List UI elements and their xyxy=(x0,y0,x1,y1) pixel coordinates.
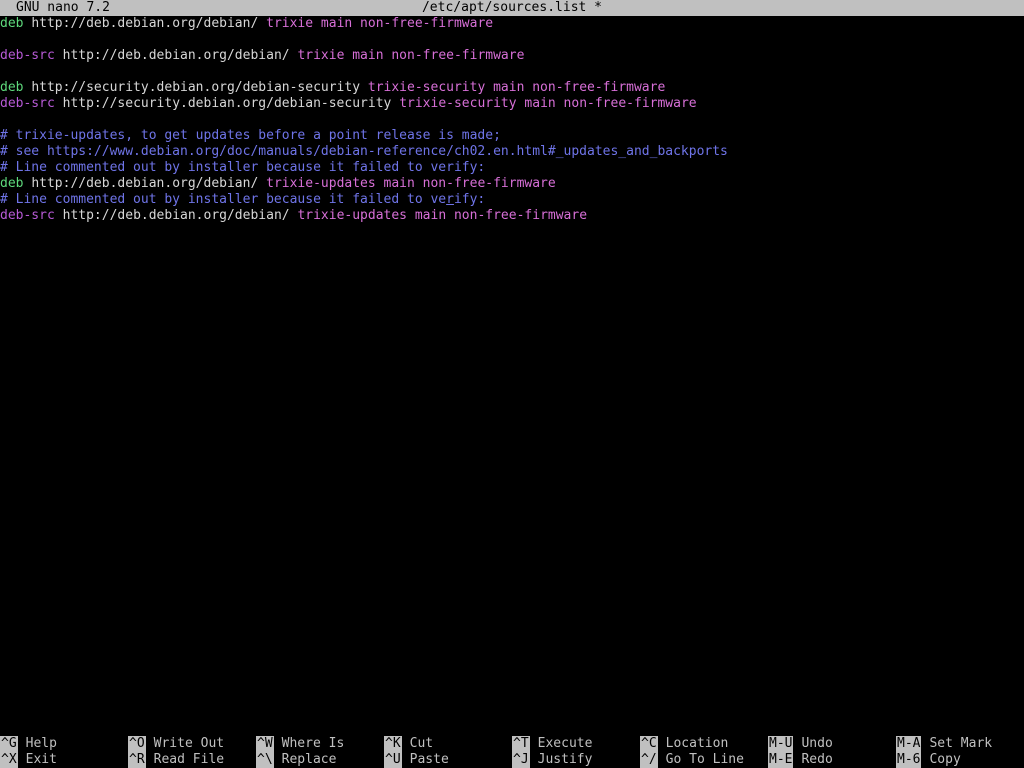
shortcut-redo[interactable]: M-E Redo xyxy=(768,752,833,768)
line-token xyxy=(55,208,63,223)
editor-line[interactable]: deb-src http://deb.debian.org/debian/ tr… xyxy=(0,48,1024,64)
shortcut-read-file[interactable]: ^R Read File xyxy=(128,752,224,768)
line-token: trixie main non-free-firmware xyxy=(297,48,525,63)
line-token: ify: xyxy=(453,192,486,207)
shortcut-key: ^W xyxy=(256,736,274,752)
editor-area[interactable]: deb http://deb.debian.org/debian/ trixie… xyxy=(0,16,1024,736)
shortcut-execute[interactable]: ^T Execute xyxy=(512,736,592,752)
shortcut-key: M-6 xyxy=(896,752,922,768)
shortcut-key: ^J xyxy=(512,752,530,768)
shortcut-label: Execute xyxy=(537,736,593,751)
line-token: deb xyxy=(0,16,24,31)
line-token: deb-src xyxy=(0,96,55,111)
shortcut-label: Copy xyxy=(929,752,961,767)
line-token xyxy=(391,96,399,111)
line-token: http://security.debian.org/debian-securi… xyxy=(31,80,361,95)
line-token: # Line commented out by installer becaus… xyxy=(0,160,486,175)
shortcut-label: Paste xyxy=(409,752,449,767)
line-token: # Line commented out by installer becaus… xyxy=(0,192,447,207)
line-token xyxy=(55,48,63,63)
shortcut-replace[interactable]: ^\ Replace xyxy=(256,752,336,768)
shortcut-label: Go To Line xyxy=(665,752,744,767)
editor-line[interactable]: deb-src http://deb.debian.org/debian/ tr… xyxy=(0,208,1024,224)
shortcut-key: ^X xyxy=(0,752,18,768)
shortcut-cut[interactable]: ^K Cut xyxy=(384,736,433,752)
line-token: trixie-security main non-free-firmware xyxy=(367,80,666,95)
shortcut-location[interactable]: ^C Location xyxy=(640,736,728,752)
shortcut-key: ^R xyxy=(128,752,146,768)
shortcut-label: Replace xyxy=(281,752,337,767)
shortcut-label: Undo xyxy=(801,736,833,751)
editor-line[interactable]: # Line commented out by installer becaus… xyxy=(0,160,1024,176)
line-token: trixie-updates main non-free-firmware xyxy=(297,208,588,223)
editor-line[interactable]: # trixie-updates, to get updates before … xyxy=(0,128,1024,144)
line-token: deb-src xyxy=(0,48,55,63)
shortcut-label: Where Is xyxy=(281,736,345,751)
editor-line[interactable]: deb http://deb.debian.org/debian/ trixie… xyxy=(0,176,1024,192)
line-token: trixie-updates main non-free-firmware xyxy=(266,176,556,191)
shortcut-label: Exit xyxy=(25,752,57,767)
line-token xyxy=(258,16,266,31)
line-token: deb xyxy=(0,80,24,95)
editor-line[interactable]: deb http://security.debian.org/debian-se… xyxy=(0,80,1024,96)
line-token: trixie main non-free-firmware xyxy=(266,16,494,31)
editor-line[interactable] xyxy=(0,32,1024,48)
shortcut-label: Redo xyxy=(801,752,833,767)
line-token: http://deb.debian.org/debian/ xyxy=(31,16,259,31)
shortcut-key: M-A xyxy=(896,736,922,752)
line-token: http://security.debian.org/debian-securi… xyxy=(62,96,392,111)
shortcut-key: ^C xyxy=(640,736,658,752)
shortcut-paste[interactable]: ^U Paste xyxy=(384,752,449,768)
line-token: http://deb.debian.org/debian/ xyxy=(31,176,259,191)
line-token: deb-src xyxy=(0,208,55,223)
line-token xyxy=(258,176,266,191)
shortcut-go-to-line[interactable]: ^/ Go To Line xyxy=(640,752,744,768)
line-token: r xyxy=(446,192,454,207)
line-token: # trixie-updates, to get updates before … xyxy=(0,128,501,143)
line-token: trixie-security main non-free-firmware xyxy=(399,96,697,111)
shortcut-label: Help xyxy=(25,736,57,751)
shortcut-bar: ^G Help ^X Exit ^O Write Out ^R Read File ^W Wher… xyxy=(0,736,1024,768)
editor-line[interactable]: # Line commented out by installer becaus… xyxy=(0,192,1024,208)
shortcut-key: ^/ xyxy=(640,752,658,768)
line-token: # see https://www.debian.org/doc/manuals… xyxy=(0,144,728,159)
editor-line[interactable] xyxy=(0,64,1024,80)
shortcut-key: ^T xyxy=(512,736,530,752)
line-token: deb xyxy=(0,176,24,191)
line-token xyxy=(55,96,63,111)
shortcut-label: Justify xyxy=(537,752,593,767)
editor-line[interactable]: # see https://www.debian.org/doc/manuals… xyxy=(0,144,1024,160)
shortcut-where-is[interactable]: ^W Where Is xyxy=(256,736,344,752)
shortcut-key: ^U xyxy=(384,752,402,768)
line-token: http://deb.debian.org/debian/ xyxy=(62,208,290,223)
shortcut-key: ^\ xyxy=(256,752,274,768)
shortcut-key: M-E xyxy=(768,752,794,768)
editor-line[interactable]: deb-src http://security.debian.org/debia… xyxy=(0,96,1024,112)
shortcut-undo[interactable]: M-U Undo xyxy=(768,736,833,752)
shortcut-key: ^K xyxy=(384,736,402,752)
shortcut-label: Set Mark xyxy=(929,736,993,751)
shortcut-label: Cut xyxy=(409,736,434,751)
shortcut-copy[interactable]: M-6 Copy xyxy=(896,752,961,768)
shortcut-key: ^G xyxy=(0,736,18,752)
shortcut-set-mark[interactable]: M-A Set Mark xyxy=(896,736,992,752)
shortcut-justify[interactable]: ^J Justify xyxy=(512,752,592,768)
shortcut-write-out[interactable]: ^O Write Out xyxy=(128,736,224,752)
editor-line[interactable] xyxy=(0,112,1024,128)
shortcut-label: Read File xyxy=(153,752,225,767)
shortcut-help[interactable]: ^G Help xyxy=(0,736,57,752)
shortcut-label: Write Out xyxy=(153,736,225,751)
line-token xyxy=(360,80,368,95)
line-token: http://deb.debian.org/debian/ xyxy=(62,48,290,63)
title-bar: GNU nano 7.2 /etc/apt/sources.list * xyxy=(0,0,1024,16)
editor-line[interactable]: deb http://deb.debian.org/debian/ trixie… xyxy=(0,16,1024,32)
shortcut-exit[interactable]: ^X Exit xyxy=(0,752,57,768)
shortcut-label: Location xyxy=(665,736,729,751)
shortcut-key: M-U xyxy=(768,736,794,752)
shortcut-key: ^O xyxy=(128,736,146,752)
file-name: /etc/apt/sources.list * xyxy=(421,0,602,15)
